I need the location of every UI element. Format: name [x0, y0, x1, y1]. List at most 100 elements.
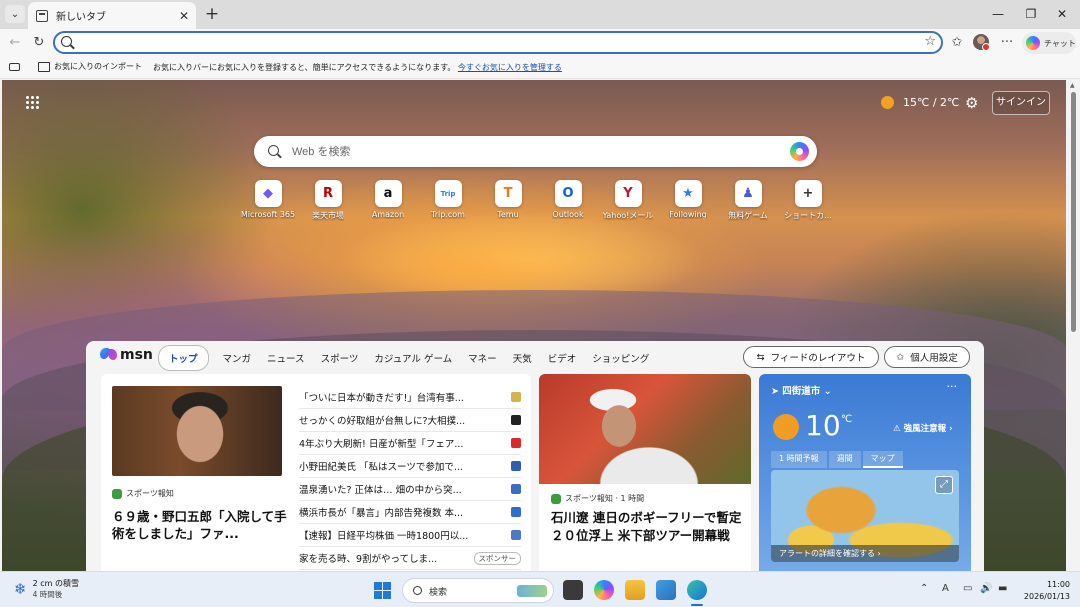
quick-link-tile-icon: O: [554, 180, 582, 207]
quick-link-label: Amazon: [371, 210, 405, 219]
new-tab-button[interactable]: +: [202, 4, 222, 24]
web-search-input[interactable]: [292, 143, 772, 160]
scroll-thumb[interactable]: [1071, 92, 1076, 332]
copilot-app-icon[interactable]: [594, 580, 614, 600]
clock-date: 2026/01/13: [1023, 592, 1070, 601]
weather-tab[interactable]: マップ: [862, 451, 903, 468]
task-view-icon[interactable]: [563, 580, 583, 600]
windows-start-icon[interactable]: [374, 582, 391, 599]
network-icon[interactable]: ▭: [963, 583, 972, 594]
weather-map-footer[interactable]: アラートの詳細を確認する ›: [771, 545, 959, 562]
close-window-button[interactable]: ✕: [1047, 4, 1077, 24]
news-list-item[interactable]: 家を売る時、9割がやってしま... スポンサー: [299, 547, 521, 570]
news-list-item[interactable]: 【速報】日経平均株価 一時1800円以...: [299, 524, 521, 547]
sponsor-badge: スポンサー: [473, 551, 521, 565]
ime-icon[interactable]: A: [942, 583, 949, 594]
more-menu-button[interactable]: ···: [996, 33, 1018, 53]
source-name: スポーツ報知: [126, 489, 174, 498]
scroll-up-icon[interactable]: ▲: [1070, 82, 1075, 89]
news-list-item[interactable]: 「ついに日本が動きだす!」台湾有事...: [299, 386, 521, 409]
back-button[interactable]: ←: [4, 33, 26, 53]
publisher-logo-icon: [511, 484, 521, 494]
import-favorites-button[interactable]: お気に入りのインポート: [38, 61, 142, 72]
news-list-title: 4年ぶり大刷新! 日産が新型「フェア...: [299, 439, 464, 450]
tab-actions-menu[interactable]: ⌄: [5, 5, 25, 23]
quick-link[interactable]: R 楽天市場: [298, 180, 358, 221]
minimize-button[interactable]: —: [983, 4, 1013, 24]
feed-layout-button[interactable]: ⇆ フィードのレイアウト: [743, 346, 879, 368]
feed-tab[interactable]: カジュアル ゲーム: [374, 351, 452, 365]
edge-browser-icon[interactable]: [687, 580, 707, 600]
news-headline[interactable]: 石川遼 連日のボギーフリーで暫定２０位浮上 米下部ツアー開幕戦: [551, 509, 745, 545]
favorites-bar-menu-icon[interactable]: [9, 63, 20, 71]
address-input[interactable]: [79, 34, 919, 51]
add-favorite-icon[interactable]: ☆: [924, 34, 936, 49]
personalize-button[interactable]: ✩ 個人用設定: [884, 346, 970, 368]
feed-tab[interactable]: ニュース: [267, 351, 305, 365]
quick-link[interactable]: ◆ Microsoft 365: [238, 180, 298, 221]
taskbar-clock[interactable]: 11:00 2026/01/13: [1020, 579, 1070, 603]
profile-avatar[interactable]: [973, 34, 990, 51]
file-explorer-icon[interactable]: [625, 580, 645, 600]
feed-tab[interactable]: トップ: [158, 345, 209, 371]
weather-map[interactable]: ⤢ アラートの詳細を確認する ›: [771, 470, 959, 562]
tab-new-tab[interactable]: 新しいタブ ✕: [28, 2, 196, 29]
news-list-item[interactable]: 横浜市長が「暴言」内部告発複数 本...: [299, 501, 521, 524]
taskbar-weather-line1: 2 cm の積雪: [32, 579, 79, 588]
feed-tab[interactable]: マンガ: [223, 351, 252, 365]
weather-tab[interactable]: 週間: [828, 451, 861, 468]
msn-logo[interactable]: msn: [100, 347, 153, 363]
feed-tab[interactable]: ショッピング: [592, 351, 649, 365]
maximize-button[interactable]: ❐: [1016, 4, 1046, 24]
expand-icon[interactable]: ⤢: [935, 476, 953, 494]
taskbar-weather-widget[interactable]: ❄ 2 cm の積雪 4 時間後: [14, 578, 79, 600]
weather-location[interactable]: ➤ 四街道市 ⌄: [771, 383, 832, 397]
tab-close-icon[interactable]: ✕: [176, 9, 192, 23]
quick-link-tile-icon: ◆: [254, 180, 282, 207]
golf-photo[interactable]: [539, 374, 751, 484]
weather-more-icon[interactable]: ···: [947, 380, 958, 393]
weather-alert[interactable]: ⚠ 強風注意報 ›: [893, 422, 953, 434]
news-headline[interactable]: ６９歳・野口五郎「入院して手術をしました」ファ...: [112, 508, 287, 542]
favorites-button[interactable]: ✩: [946, 33, 968, 53]
quick-link[interactable]: Trip Trip.com: [418, 180, 478, 221]
battery-icon[interactable]: ▬: [998, 583, 1007, 594]
weather-card[interactable]: ➤ 四街道市 ⌄ ··· 10 ℃ ⚠ 強風注意報 › 1 時間予報 週間 マップ …: [759, 374, 971, 571]
weather-summary[interactable]: 15℃ / 2℃: [881, 96, 959, 109]
news-list-item[interactable]: 温泉湧いた? 正体は… 畑の中から突...: [299, 478, 521, 501]
quick-link[interactable]: Y Yahoo!メール: [598, 180, 658, 221]
photos-icon[interactable]: [656, 580, 676, 600]
signin-button[interactable]: サインイン: [992, 91, 1050, 115]
manage-favorites-link[interactable]: 今すぐお気に入りを管理する: [458, 63, 562, 72]
taskbar-search-box[interactable]: 検索: [402, 578, 554, 603]
feed-tab[interactable]: スポーツ: [321, 351, 359, 365]
feed-tab[interactable]: マネー: [468, 351, 497, 365]
feed-tab[interactable]: ビデオ: [548, 351, 577, 365]
quick-link[interactable]: O Outlook: [538, 180, 598, 221]
feed-tab[interactable]: 天気: [513, 351, 532, 365]
gear-icon[interactable]: ⚙: [965, 94, 978, 112]
copilot-icon[interactable]: [790, 142, 809, 161]
refresh-button[interactable]: ↻: [28, 33, 50, 53]
weather-alert-text: 強風注意報: [903, 424, 947, 434]
quick-link[interactable]: ♟ 無料ゲーム: [718, 180, 778, 221]
volume-icon[interactable]: 🔊: [980, 583, 992, 594]
sports-news-card[interactable]: スポーツ報知 · 1 時間 石川遼 連日のボギーフリーで暫定２０位浮上 米下部ツ…: [539, 374, 751, 571]
news-list-item[interactable]: 4年ぶり大刷新! 日産が新型「フェア...: [299, 432, 521, 455]
quick-link[interactable]: a Amazon: [358, 180, 418, 221]
weather-tab[interactable]: 1 時間予報: [771, 451, 827, 468]
apps-launcher-icon[interactable]: [26, 96, 39, 109]
publisher-logo-icon: [511, 415, 521, 425]
web-search-box[interactable]: [254, 136, 817, 167]
news-photo[interactable]: [112, 386, 282, 476]
quick-link[interactable]: ★ Following: [658, 180, 718, 221]
tray-overflow-icon[interactable]: ⌃: [920, 583, 928, 594]
address-bar[interactable]: ☆: [53, 31, 943, 54]
quick-link[interactable]: + ショートカ...: [778, 180, 838, 221]
chat-label: チャット: [1044, 38, 1076, 48]
quick-link[interactable]: T Temu: [478, 180, 538, 221]
page-scrollbar[interactable]: ▲: [1067, 80, 1080, 571]
news-list-item[interactable]: せっかくの好取組が台無しに?大相撲...: [299, 409, 521, 432]
news-list-item[interactable]: 小野田紀美氏 「私はスーツで参加で...: [299, 455, 521, 478]
copilot-chat-button[interactable]: チャット: [1022, 32, 1076, 54]
